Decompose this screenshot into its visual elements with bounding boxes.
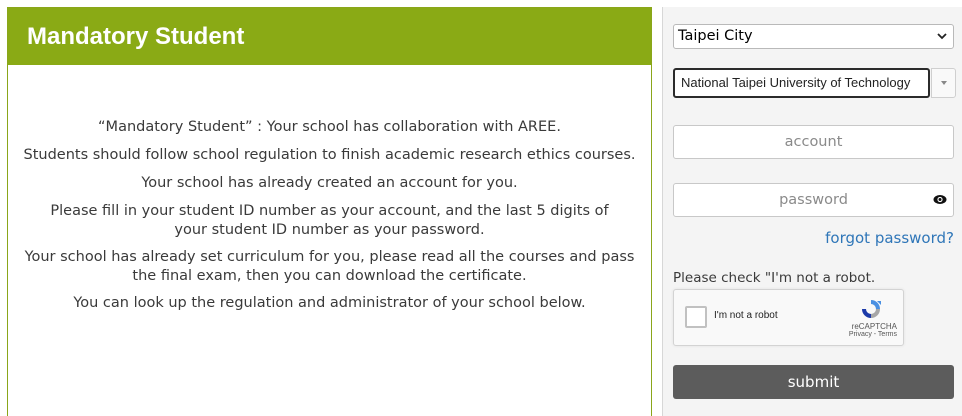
robot-check-note: Please check "I'm not a robot. [673, 270, 876, 286]
info-paragraph-collaboration: “Mandatory Student” : Your school has co… [98, 119, 561, 135]
city-select-value: Taipei City [678, 28, 753, 44]
forgot-password-link[interactable]: forgot password? [825, 228, 954, 248]
password-placeholder: password [779, 192, 848, 208]
chevron-down-icon [937, 25, 947, 56]
login-panel: Taipei City National Taipei University o… [662, 7, 962, 416]
info-panel: Mandatory Student “Mandatory Student” : … [7, 7, 652, 416]
city-select[interactable]: Taipei City [673, 24, 954, 49]
recaptcha-widget: I'm not a robot reCAPTCHA Privacy - Term… [673, 289, 904, 346]
submit-button[interactable]: submit [673, 365, 954, 399]
eye-icon[interactable] [933, 194, 947, 205]
recaptcha-checkbox[interactable] [685, 306, 707, 328]
info-text: “Mandatory Student” : Your school has co… [8, 65, 651, 313]
school-select[interactable]: National Taipei University of Technology [673, 68, 956, 98]
password-input[interactable]: password [673, 183, 954, 217]
recaptcha-terms-link[interactable]: Privacy - Terms [849, 331, 897, 338]
info-paragraph-lookup: You can look up the regulation and admin… [73, 295, 586, 311]
info-paragraph-curriculum: Your school has already set curriculum f… [24, 249, 635, 284]
school-select-value[interactable]: National Taipei University of Technology [673, 68, 930, 98]
recaptcha-brand: reCAPTCHA [851, 322, 897, 331]
account-input[interactable]: account [673, 125, 954, 159]
page-title: Mandatory Student [8, 8, 651, 65]
caret-down-icon[interactable] [931, 68, 956, 98]
account-placeholder: account [784, 134, 843, 150]
info-paragraph-regulation: Students should follow school regulation… [23, 147, 636, 163]
recaptcha-label: I'm not a robot [714, 310, 778, 321]
info-paragraph-account-created: Your school has already created an accou… [141, 175, 518, 191]
recaptcha-logo-icon [862, 300, 881, 318]
info-paragraph-credentials: Please fill in your student ID number as… [50, 203, 609, 238]
